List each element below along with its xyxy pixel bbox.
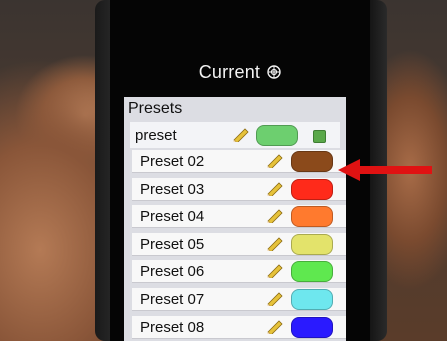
preset-row[interactable]: Preset 08 (132, 315, 346, 339)
pencil-icon[interactable] (231, 128, 249, 142)
color-swatch[interactable] (291, 289, 333, 310)
pencil-icon[interactable] (265, 237, 283, 251)
preset-row[interactable]: Preset 05 (132, 232, 346, 256)
preset-label: Preset 06 (140, 263, 205, 281)
current-color-swatch[interactable] (256, 125, 298, 146)
preset-label: Preset 04 (140, 208, 205, 226)
color-swatch[interactable] (291, 151, 333, 172)
gear-icon[interactable] (267, 65, 282, 79)
red-arrow-annotation (338, 159, 432, 181)
preset-label: Preset 08 (140, 318, 205, 336)
header: Current (110, 62, 370, 83)
preset-row[interactable]: Preset 06 (132, 260, 346, 284)
preset-row[interactable]: Preset 02 (132, 150, 346, 173)
color-swatch[interactable] (291, 316, 333, 338)
color-swatch[interactable] (291, 178, 333, 200)
pencil-icon[interactable] (265, 154, 283, 168)
preset-row[interactable]: Preset 07 (132, 288, 346, 311)
pencil-icon[interactable] (265, 264, 283, 279)
color-swatch[interactable] (291, 206, 333, 228)
preset-label: Preset 03 (140, 180, 205, 198)
color-swatch[interactable] (291, 233, 333, 255)
header-title: Current (198, 62, 261, 82)
preset-label: Preset 07 (140, 291, 205, 308)
preset-label: Preset 05 (140, 235, 205, 253)
pencil-icon[interactable] (265, 292, 283, 306)
preset-row[interactable]: Preset 04 (132, 205, 346, 229)
color-swatch[interactable] (291, 261, 333, 283)
checkbox-icon[interactable] (313, 130, 326, 143)
pencil-icon[interactable] (265, 182, 283, 196)
current-preset-row[interactable]: preset (130, 122, 340, 148)
presets-heading: Presets (128, 100, 183, 117)
preset-label: Preset 02 (140, 153, 205, 170)
preset-row[interactable]: Preset 03 (132, 177, 346, 201)
pencil-icon[interactable] (265, 320, 283, 334)
phone-screen: Current Presets preset Preset 02 Preset 0… (110, 0, 370, 341)
pencil-icon[interactable] (265, 209, 283, 224)
current-preset-name: preset (135, 127, 177, 144)
